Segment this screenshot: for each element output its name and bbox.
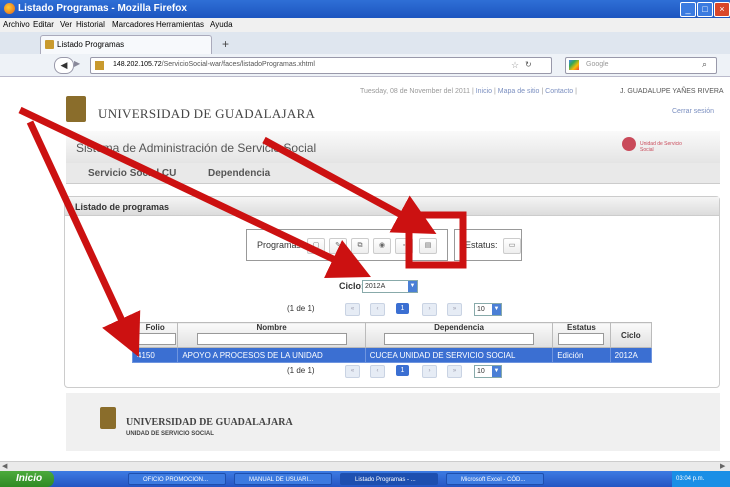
scroll-left-icon[interactable]: ◀: [2, 462, 7, 470]
start-button[interactable]: Inicio: [0, 471, 54, 487]
task-excel[interactable]: Microsoft Excel - CÓD...: [446, 473, 544, 485]
taskbar: Inicio OFICIO PROMOCION... MANUAL DE USU…: [0, 471, 730, 487]
annotation-arrow-print: [262, 136, 437, 235]
scroll-right-icon[interactable]: ▶: [720, 462, 725, 470]
task-oficio[interactable]: OFICIO PROMOCION...: [128, 473, 226, 485]
task-manual[interactable]: MANUAL DE USUARI...: [234, 473, 332, 485]
task-listado-programas[interactable]: Listado Programas - ...: [340, 473, 438, 485]
annotation-arrow-cycle: [18, 106, 371, 278]
annotation-overlay: [18, 106, 467, 358]
system-clock: 03:04 p.m.: [672, 471, 730, 487]
